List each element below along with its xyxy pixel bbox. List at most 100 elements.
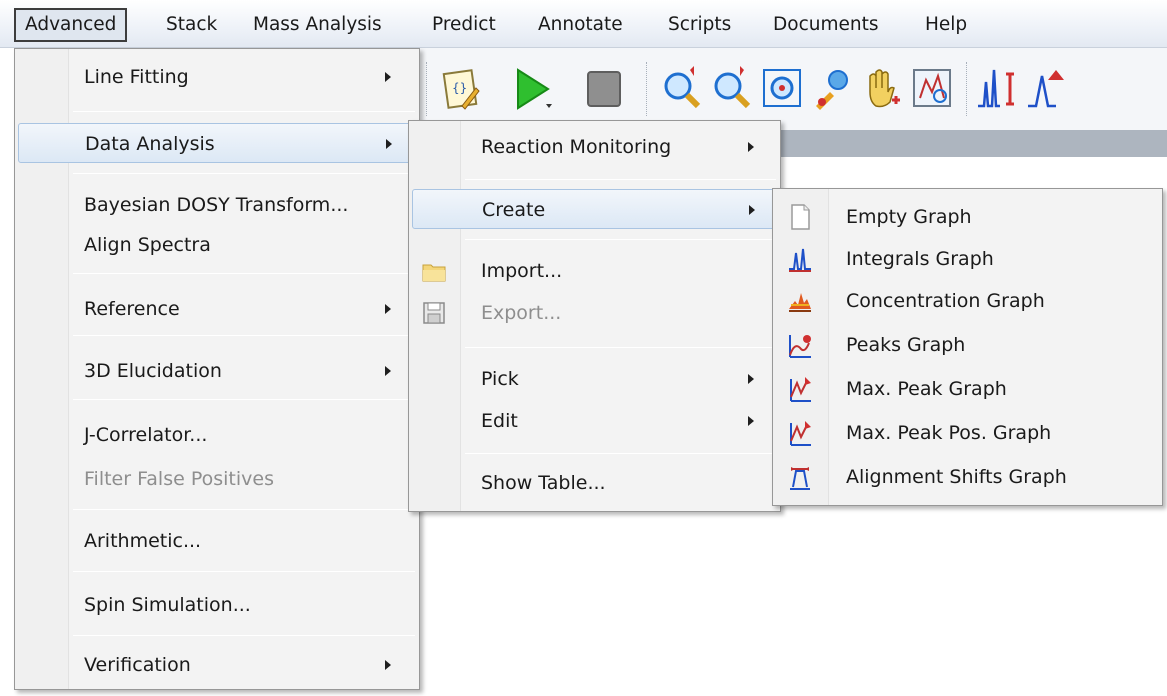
data-analysis-submenu: Reaction Monitoring Create Import... Exp… (408, 120, 781, 512)
menu-separator (73, 399, 415, 400)
menu-separator (465, 239, 776, 240)
menu-item-3d-elucidation[interactable]: 3D Elucidation (15, 351, 419, 391)
stop-icon[interactable] (582, 62, 626, 116)
menu-separator (73, 111, 415, 112)
submenu-arrow-icon (385, 366, 391, 376)
save-icon (421, 299, 447, 327)
create-submenu: Empty Graph Integrals Graph Concentratio… (772, 188, 1163, 506)
menu-item-arithmetic[interactable]: Arithmetic... (15, 521, 419, 561)
empty-graph-icon (787, 203, 813, 231)
advanced-menu: Line Fitting Data Analysis Bayesian DOSY… (14, 48, 420, 690)
zoom-in-icon[interactable] (660, 62, 704, 116)
menu-separator (73, 273, 415, 274)
menu-item-align-spectra[interactable]: Align Spectra (15, 225, 419, 265)
peaks-graph-icon (787, 331, 813, 359)
menu-item-label: Import... (481, 260, 563, 282)
menu-item-import[interactable]: Import... (409, 251, 780, 291)
pick-icon[interactable] (810, 62, 854, 116)
toolbar-separator (646, 62, 648, 116)
menu-bar: Advanced Stack Mass Analysis Predict Ann… (0, 0, 1167, 48)
submenu-arrow-icon (385, 72, 391, 82)
zoom-out-icon[interactable] (710, 62, 754, 116)
menu-annotate[interactable]: Annotate (538, 10, 623, 40)
menu-item-label: Pick (481, 368, 519, 390)
menu-separator (73, 173, 415, 174)
menu-stack[interactable]: Stack (166, 10, 217, 40)
menu-item-label: Bayesian DOSY Transform... (84, 194, 349, 216)
menu-item-label: Show Table... (481, 472, 606, 494)
menu-item-label: Integrals Graph (846, 248, 994, 270)
toolbar-separator (426, 62, 428, 116)
menu-item-label: Reaction Monitoring (481, 136, 672, 158)
menu-advanced[interactable]: Advanced (14, 8, 128, 42)
menu-mass-analysis[interactable]: Mass Analysis (253, 10, 382, 40)
menu-item-label: Data Analysis (85, 133, 215, 155)
menu-item-spin-simulation[interactable]: Spin Simulation... (15, 585, 419, 625)
run-icon[interactable] (512, 62, 556, 116)
submenu-arrow-icon (748, 374, 754, 384)
menu-scripts[interactable]: Scripts (668, 10, 731, 40)
menu-item-max-peak-pos-graph[interactable]: Max. Peak Pos. Graph (773, 413, 1162, 453)
max-peak-graph-icon (787, 375, 813, 403)
script-icon[interactable]: {} (438, 62, 482, 116)
menu-item-label: Create (482, 199, 546, 221)
menu-item-reaction-monitoring[interactable]: Reaction Monitoring (409, 127, 780, 167)
menu-item-export: Export... (409, 293, 780, 333)
menu-item-peaks-graph[interactable]: Peaks Graph (773, 325, 1162, 365)
menu-item-label: Spin Simulation... (84, 594, 251, 616)
integrals-graph-icon (787, 245, 813, 273)
submenu-arrow-icon (385, 660, 391, 670)
menu-item-label: Export... (481, 302, 562, 324)
menu-separator (465, 179, 776, 180)
zoom-fit-icon[interactable] (760, 62, 804, 116)
submenu-arrow-icon (749, 205, 755, 215)
integrals-icon[interactable] (976, 62, 1020, 116)
menu-separator (73, 509, 415, 510)
submenu-arrow-icon (748, 142, 754, 152)
submenu-arrow-icon (385, 304, 391, 314)
menu-separator (73, 571, 415, 572)
menu-item-verification[interactable]: Verification (15, 645, 419, 685)
menu-item-label: Edit (481, 410, 518, 432)
menu-item-label: Reference (84, 298, 180, 320)
menu-item-pick[interactable]: Pick (409, 359, 780, 399)
menu-item-max-peak-graph[interactable]: Max. Peak Graph (773, 369, 1162, 409)
menu-item-filter-false-positives: Filter False Positives (15, 459, 419, 499)
menu-item-reference[interactable]: Reference (15, 289, 419, 329)
max-peak-pos-graph-icon (787, 419, 813, 447)
menu-item-show-table[interactable]: Show Table... (409, 463, 780, 503)
menu-help[interactable]: Help (925, 10, 967, 40)
menu-separator (73, 635, 415, 636)
menu-item-label: Concentration Graph (846, 290, 1045, 312)
menu-item-concentration-graph[interactable]: Concentration Graph (773, 281, 1162, 321)
alignment-shifts-graph-icon (787, 463, 813, 491)
menu-item-label: Alignment Shifts Graph (846, 466, 1067, 488)
menu-item-alignment-shifts-graph[interactable]: Alignment Shifts Graph (773, 457, 1162, 497)
concentration-graph-icon (787, 287, 813, 315)
svg-text:{}: {} (452, 81, 467, 95)
submenu-arrow-icon (748, 416, 754, 426)
crosshair-icon[interactable] (910, 62, 954, 116)
menu-separator (465, 453, 776, 454)
pan-icon[interactable] (860, 62, 904, 116)
menu-item-integrals-graph[interactable]: Integrals Graph (773, 239, 1162, 279)
menu-item-label: Verification (84, 654, 191, 676)
submenu-arrow-icon (386, 139, 392, 149)
menu-item-label: Arithmetic... (84, 530, 202, 552)
menu-item-j-correlator[interactable]: J-Correlator... (15, 415, 419, 455)
toolbar: {} (420, 48, 1167, 130)
menu-item-create[interactable]: Create (412, 189, 777, 229)
menu-item-label: Max. Peak Pos. Graph (846, 422, 1052, 444)
menu-item-data-analysis[interactable]: Data Analysis (18, 123, 416, 163)
menu-item-edit[interactable]: Edit (409, 401, 780, 441)
menu-item-label: Line Fitting (84, 66, 189, 88)
menu-documents[interactable]: Documents (773, 10, 878, 40)
peak-icon[interactable] (1026, 62, 1070, 116)
menu-item-empty-graph[interactable]: Empty Graph (773, 197, 1162, 237)
menu-item-label: Align Spectra (84, 234, 211, 256)
menu-item-line-fitting[interactable]: Line Fitting (15, 57, 419, 97)
toolbar-separator (966, 62, 968, 116)
menu-item-bayesian-dosy[interactable]: Bayesian DOSY Transform... (15, 185, 419, 225)
menu-predict[interactable]: Predict (432, 10, 496, 40)
menu-separator (73, 335, 415, 336)
